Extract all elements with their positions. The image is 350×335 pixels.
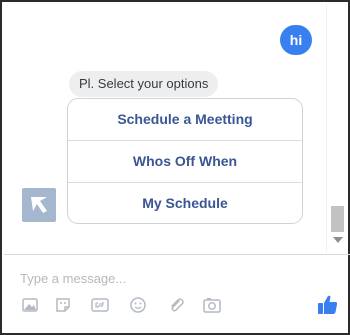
scrollbar[interactable] bbox=[326, 4, 348, 252]
outgoing-message: hi bbox=[280, 25, 312, 55]
scrollbar-thumb[interactable] bbox=[331, 206, 344, 232]
message-input[interactable] bbox=[20, 267, 310, 289]
option-schedule-meeting[interactable]: Schedule a Meetting bbox=[68, 99, 302, 141]
message-list: hi Pl. Select your options Schedule a Me… bbox=[4, 4, 350, 252]
like-thumbs-up-icon[interactable] bbox=[316, 293, 340, 317]
composer-divider bbox=[4, 254, 350, 255]
chat-window: hi Pl. Select your options Schedule a Me… bbox=[0, 0, 350, 335]
bot-avatar bbox=[22, 188, 56, 222]
sticker-icon[interactable] bbox=[53, 295, 73, 315]
bot-logo-icon bbox=[31, 197, 47, 213]
scroll-down-arrow-icon[interactable] bbox=[333, 237, 343, 243]
option-my-schedule[interactable]: My Schedule bbox=[68, 183, 302, 223]
bot-prompt-message: Pl. Select your options bbox=[69, 71, 219, 97]
attachment-icon[interactable] bbox=[166, 295, 186, 315]
emoji-icon[interactable] bbox=[128, 295, 148, 315]
camera-icon[interactable] bbox=[202, 295, 222, 315]
quick-reply-options: Schedule a Meetting Whos Off When My Sch… bbox=[67, 98, 303, 224]
option-whos-off-when[interactable]: Whos Off When bbox=[68, 141, 302, 183]
photo-icon[interactable] bbox=[20, 295, 40, 315]
gif-icon[interactable] bbox=[90, 295, 110, 315]
